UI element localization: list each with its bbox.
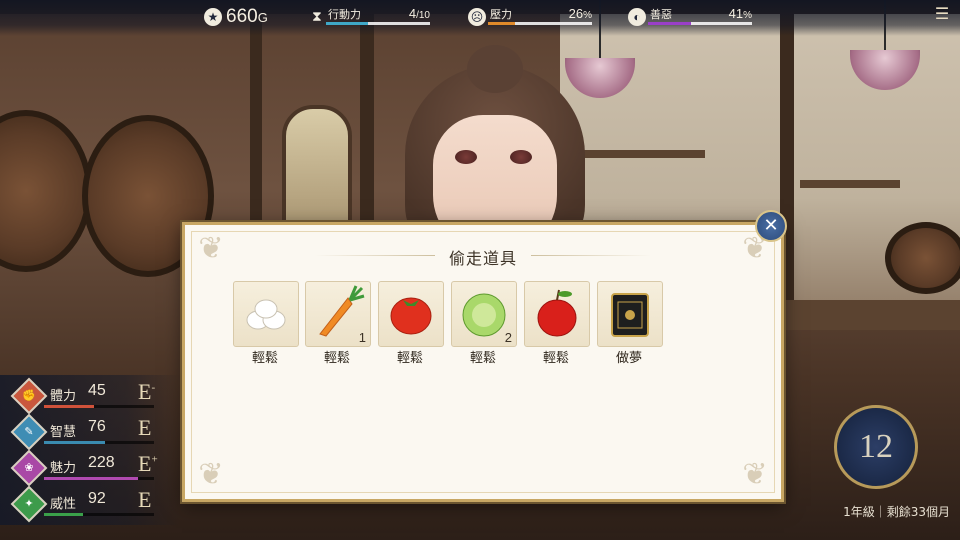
item-slot[interactable] — [378, 281, 444, 347]
steal-items-dialog: ❦ ❦ ❦ ❦ 偷走道具 輕鬆 1 輕鬆 輕鬆 2 輕鬆 輕鬆 做夢 — [182, 222, 784, 502]
stat-row-authority: ✦ 威性 92 E — [10, 485, 174, 523]
close-icon[interactable]: ✕ — [755, 210, 787, 242]
stamina-icon: ✊ — [10, 377, 48, 415]
stat-name: 魅力 — [50, 461, 77, 476]
stat-bar-fill — [44, 405, 94, 408]
stress-label: 壓力 — [490, 9, 512, 21]
item-qty: 1 — [358, 330, 366, 345]
morality-unit: % — [743, 10, 752, 21]
item-slot[interactable] — [597, 281, 663, 347]
corner-ornament: ❦ — [198, 457, 224, 492]
stat-bar-fill — [44, 477, 138, 480]
stat-row-wisdom: ✎ 智慧 76 E — [10, 413, 174, 451]
stat-bar — [44, 477, 154, 480]
shelf — [800, 180, 900, 188]
stat-bar-fill — [44, 441, 105, 444]
item-safe[interactable]: 做夢 — [597, 281, 663, 367]
morality-icon: ◐ — [628, 8, 646, 26]
safe-icon — [611, 293, 649, 337]
stat-value: 45 — [88, 382, 106, 399]
stress-meter: ☹ 壓力 26% — [468, 6, 592, 30]
morality-label: 善惡 — [650, 9, 672, 21]
item-label: 輕鬆 — [323, 351, 350, 366]
item-carrot[interactable]: 1 輕鬆 — [305, 281, 371, 367]
morality-value: 41 — [728, 6, 744, 21]
gold-display: ★ 660G — [204, 6, 294, 30]
tomato-icon — [390, 297, 432, 335]
charm-icon: ❀ — [10, 449, 48, 487]
hourglass-icon: ⧗ — [312, 8, 322, 24]
item-label: 做夢 — [615, 351, 642, 366]
item-slot[interactable]: 1 — [305, 281, 371, 347]
stat-bar-fill — [44, 513, 83, 516]
authority-icon: ✦ — [10, 485, 48, 523]
item-slot[interactable] — [524, 281, 590, 347]
stress-face-icon: ☹ — [468, 8, 486, 26]
action-label: 行動力 — [328, 9, 361, 21]
item-slot[interactable]: 2 — [451, 281, 517, 347]
stat-name: 體力 — [50, 389, 77, 404]
year-remaining-text: 1年級｜剩餘33個月 — [843, 505, 950, 519]
item-cabbage[interactable]: 2 輕鬆 — [451, 281, 517, 367]
action-max: /10 — [416, 10, 430, 21]
dialog-title: 偷走道具 — [448, 249, 517, 268]
stat-value: 76 — [88, 418, 106, 435]
character-eye — [510, 150, 532, 164]
item-label: 輕鬆 — [396, 351, 423, 366]
item-label: 輕鬆 — [469, 351, 496, 366]
item-qty: 2 — [504, 330, 512, 345]
stat-name: 智慧 — [50, 425, 77, 440]
stat-grade: E — [138, 415, 152, 440]
coin-icon: ★ — [204, 8, 222, 26]
day-counter: 12 — [834, 405, 918, 489]
item-apple[interactable]: 輕鬆 — [524, 281, 590, 367]
top-hud: ★ 660G ⧗ 行動力 4/10 ☹ 壓力 26% ◐ 善惡 41% ☰ — [0, 0, 960, 36]
stat-grade: E — [138, 487, 152, 512]
stat-value: 228 — [88, 454, 115, 471]
stress-value: 26 — [568, 6, 584, 21]
gold-value: 660 — [226, 6, 258, 27]
morality-meter: ◐ 善惡 41% — [628, 6, 752, 30]
gold-unit: G — [257, 10, 268, 25]
arched-window — [282, 105, 352, 238]
action-bar — [326, 22, 430, 25]
action-bar-fill — [326, 22, 368, 25]
stress-bar-fill — [488, 22, 516, 25]
menu-icon[interactable]: ☰ — [932, 4, 952, 24]
barrel — [885, 222, 960, 294]
item-slot[interactable] — [233, 281, 299, 347]
eggs-icon — [246, 299, 286, 330]
stat-bar — [44, 405, 154, 408]
stat-name: 威性 — [50, 497, 77, 512]
apple-icon — [537, 289, 577, 337]
item-eggs[interactable]: 輕鬆 — [233, 281, 299, 367]
stress-unit: % — [583, 10, 592, 21]
stress-bar — [488, 22, 592, 25]
stat-row-stamina: ✊ 體力 45 E- — [10, 377, 174, 415]
stat-bar — [44, 513, 154, 516]
stat-row-charm: ❀ 魅力 228 E+ — [10, 449, 174, 487]
character-eye — [455, 150, 477, 164]
stat-grade: E+ — [138, 451, 158, 476]
item-label: 輕鬆 — [251, 351, 278, 366]
action-current: 4 — [408, 6, 417, 21]
item-tomato[interactable]: 輕鬆 — [378, 281, 444, 367]
stats-panel: ✊ 體力 45 E- ✎ 智慧 76 E ❀ 魅力 228 E+ ✦ 威性 92… — [0, 375, 180, 525]
morality-bar-fill — [648, 22, 691, 25]
corner-ornament: ❦ — [742, 457, 768, 492]
stat-value: 92 — [88, 490, 106, 507]
counter — [780, 300, 960, 330]
barrel — [0, 110, 92, 272]
item-label: 輕鬆 — [542, 351, 569, 366]
character-hair-bun — [467, 45, 523, 93]
stat-grade: E- — [138, 379, 156, 404]
wisdom-icon: ✎ — [10, 413, 48, 451]
action-points: ⧗ 行動力 4/10 — [312, 6, 430, 30]
stat-bar — [44, 441, 154, 444]
morality-bar — [648, 22, 752, 25]
